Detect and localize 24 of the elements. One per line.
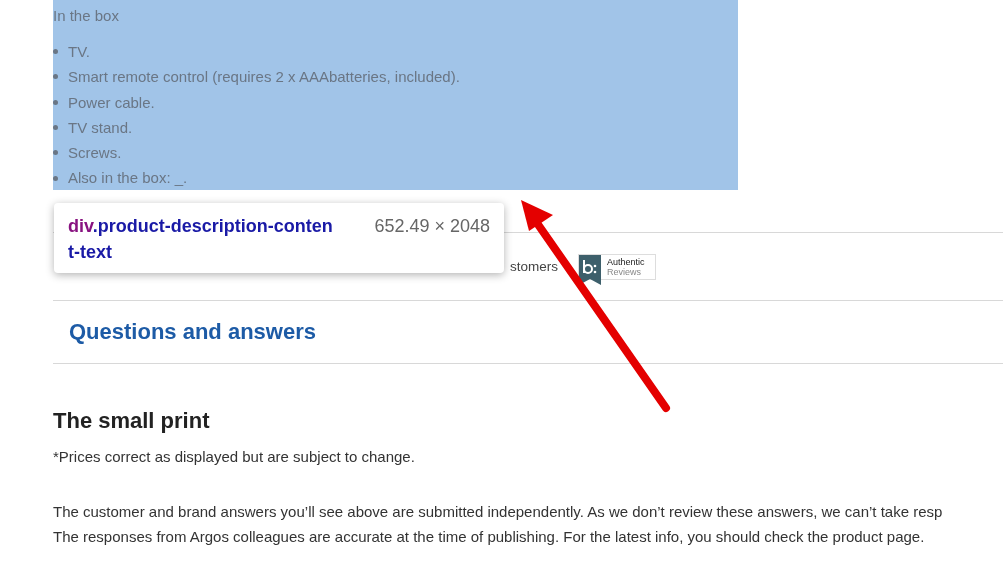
element-selector: div.product-description-conten t-text: [68, 215, 333, 263]
bullet-icon: [53, 99, 58, 105]
paragraph: *Prices correct as displayed but are subject to change.: [53, 447, 416, 467]
bullet-icon: [53, 175, 58, 181]
paragraph: The customer and brand answers you’ll see above are submitted independently. As we don’t review these answers, we can’t take resp: [53, 502, 944, 522]
section-heading: In the box: [53, 7, 120, 25]
list-item: TV.: [68, 42, 90, 62]
reviews-text: stomers: [510, 259, 558, 274]
list-item: Screws.: [68, 143, 122, 164]
paragraph: The responses from Argos colleagues are accurate at the time of publishing. For the latest info, you should check the product page.: [53, 527, 926, 547]
bullet-icon: [53, 49, 58, 55]
bullet-icon: [53, 150, 58, 156]
list-item: Also in the box: _.: [68, 168, 188, 189]
list-item: TV stand.: [68, 117, 133, 138]
bullet-icon: [53, 125, 58, 131]
badge-label: Reviews: [607, 266, 643, 277]
bookmark-logo-icon: [579, 254, 601, 285]
badge-label: Authentic: [607, 256, 645, 267]
questions-link[interactable]: Questions and answers: [69, 319, 316, 345]
bullet-icon: [53, 74, 58, 80]
small-print-heading: The small print: [53, 408, 211, 434]
element-size: 652.49 × 2048: [374, 215, 490, 238]
list-item: Power cable.: [68, 92, 155, 113]
list-item: Smart remote control (requires 2 x AAAbatteries, included).: [68, 67, 460, 88]
